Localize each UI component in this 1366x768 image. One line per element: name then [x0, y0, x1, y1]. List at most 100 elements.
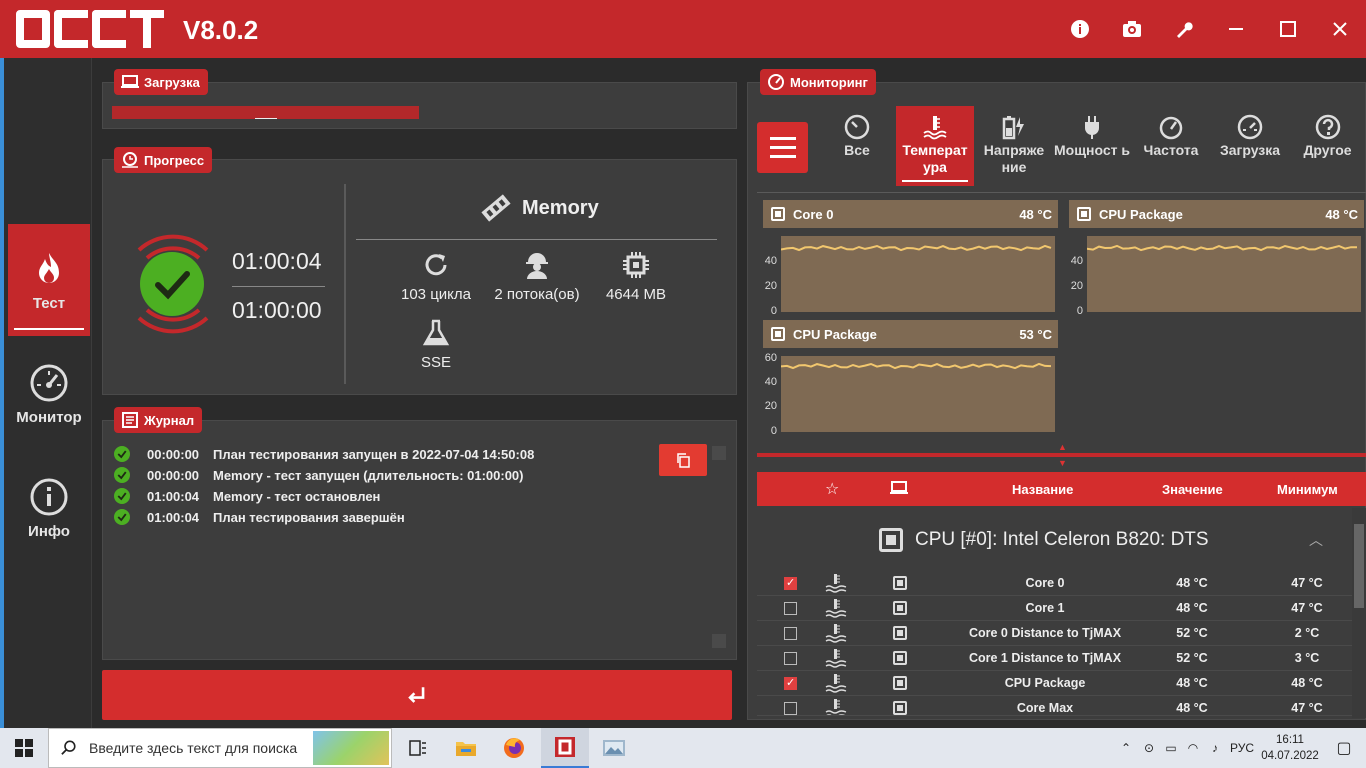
close-icon[interactable] [1314, 0, 1366, 58]
tray-chevron-icon[interactable]: ⌃ [1114, 741, 1138, 755]
gauge-icon [30, 364, 68, 401]
notifications-icon[interactable]: ▢ [1322, 738, 1366, 758]
sensor-value: 52 °C [1176, 651, 1208, 665]
column-min[interactable]: Минимум [1277, 482, 1338, 497]
windows-logo-icon [15, 739, 33, 757]
tab-all[interactable]: Все [818, 106, 896, 186]
volume-icon[interactable]: ♪ [1204, 741, 1226, 755]
memory-stat: 4644 MB [600, 250, 672, 303]
camera-icon[interactable] [1106, 0, 1158, 58]
sidebar-item-test[interactable]: Тест [8, 224, 90, 336]
check-icon [114, 467, 130, 483]
windows-taskbar: Введите здесь текст для поиска ⌃ ⊙ ▭ ◠ ♪… [0, 728, 1366, 768]
folder-icon [456, 742, 476, 756]
sensor-square-icon [893, 651, 907, 665]
chart-cpu-package-2-line [781, 362, 1052, 370]
sensor-row[interactable]: Core 1 Distance to TjMAX 52 °C 3 °C [757, 646, 1352, 671]
monitoring-menu-button[interactable] [757, 122, 808, 173]
sensor-row[interactable]: Core 0 Distance to TjMAX 52 °C 2 °C [757, 621, 1352, 646]
sensor-checkbox[interactable] [784, 627, 797, 640]
sensor-square-icon [893, 676, 907, 690]
system-tray: ⌃ ⊙ ▭ ◠ ♪ РУС 16:11 04.07.2022 ▢ [1114, 728, 1366, 768]
occt-logo [16, 10, 164, 48]
cpu-square-icon [879, 528, 903, 552]
sensor-group-header[interactable]: CPU [#0]: Intel Celeron B820: DTS ︿ [757, 520, 1352, 560]
network-adapter-icon[interactable]: ⊙ [1138, 741, 1160, 755]
sensor-value: 48 °C [1176, 601, 1208, 615]
scroll-down-button[interactable] [712, 634, 726, 648]
copy-log-button[interactable] [659, 444, 707, 476]
sensor-square-icon [771, 327, 785, 341]
copy-icon [677, 453, 690, 468]
task-view-button[interactable] [394, 728, 442, 768]
sensor-row[interactable]: Core 1 48 °C 47 °C [757, 596, 1352, 621]
tab-voltage[interactable]: Напряже ние [975, 106, 1053, 186]
thermometer-icon [825, 649, 847, 668]
sensor-table-header: ☆ Название Значение Минимум [757, 472, 1366, 506]
sensor-square-icon [893, 701, 907, 715]
sensor-min: 2 °C [1294, 626, 1320, 640]
wifi-icon[interactable]: ◠ [1182, 741, 1204, 755]
sensor-row[interactable]: Core 0 48 °C 47 °C [757, 571, 1352, 596]
sensor-checkbox[interactable] [784, 576, 797, 590]
sensor-value: 48 °C [1176, 676, 1208, 690]
splitter-up-arrow[interactable]: ▲ [1058, 442, 1067, 452]
occt-app-icon [555, 737, 575, 757]
photos-app[interactable] [590, 728, 638, 768]
explorer-app[interactable] [442, 728, 490, 768]
sensor-row[interactable]: Core Max 48 °C 47 °C [757, 696, 1352, 716]
taskbar-search[interactable]: Введите здесь текст для поиска [48, 728, 392, 768]
sidebar-item-info[interactable]: Инфо [8, 452, 90, 564]
chart-core0: Core 0 48 °C 40 20 0 [763, 200, 1058, 317]
occt-app[interactable] [541, 728, 589, 768]
table-scrollbar[interactable] [1352, 508, 1366, 718]
tab-load[interactable]: Загрузка [1211, 106, 1289, 186]
minimize-icon[interactable] [1210, 0, 1262, 58]
tab-power[interactable]: Мощност ь [1053, 106, 1131, 186]
collapse-chevron-icon[interactable]: ︿ [1309, 530, 1323, 550]
clock-icon [122, 152, 138, 168]
sensor-min: 47 °C [1291, 576, 1323, 590]
search-icon [61, 740, 76, 755]
return-button[interactable] [102, 670, 732, 720]
language-indicator[interactable]: РУС [1226, 741, 1258, 755]
column-name[interactable]: Название [1012, 482, 1073, 497]
splitter-down-arrow[interactable]: ▼ [1058, 458, 1067, 468]
sensor-checkbox[interactable] [784, 602, 797, 615]
plug-icon [1085, 116, 1099, 139]
tab-frequency[interactable]: Частота [1132, 106, 1210, 186]
task-view-icon [409, 740, 426, 756]
sensor-checkbox[interactable] [784, 652, 797, 665]
star-icon[interactable]: ☆ [825, 479, 839, 499]
sensor-row[interactable]: CPU Package 48 °C 48 °C [757, 671, 1352, 696]
firefox-icon [504, 738, 524, 758]
firefox-app[interactable] [490, 728, 538, 768]
threads-stat: 2 потока(ов) [487, 250, 587, 303]
scroll-up-button[interactable] [712, 446, 726, 460]
sensor-name: Core 0 [1025, 576, 1065, 590]
start-button[interactable] [0, 728, 48, 768]
log-entry: 01:00:04 План тестирования завершён [114, 509, 405, 525]
taskbar-clock[interactable]: 16:11 04.07.2022 [1258, 732, 1322, 764]
sensor-checkbox[interactable] [784, 676, 797, 690]
app-version: V8.0.2 [183, 15, 259, 45]
wrench-icon[interactable] [1158, 0, 1210, 58]
sidebar-item-label: Инфо [28, 522, 70, 540]
tab-other[interactable]: Другое [1289, 106, 1366, 186]
maximize-icon[interactable] [1262, 0, 1314, 58]
sensor-name: Core Max [1016, 701, 1074, 715]
speedometer-icon [1159, 116, 1183, 140]
thermometer-icon [825, 599, 847, 618]
thermometer-icon [825, 624, 847, 643]
sensor-checkbox[interactable] [784, 702, 797, 715]
tab-temperature[interactable]: Температ ура [896, 106, 974, 186]
sensor-value: 48 °C [1176, 576, 1208, 590]
column-value[interactable]: Значение [1162, 482, 1223, 497]
info-icon[interactable] [1054, 0, 1106, 58]
battery-icon[interactable]: ▭ [1160, 741, 1182, 755]
sensor-min: 47 °C [1291, 701, 1323, 715]
title-bar: V8.0.2 [0, 0, 1366, 58]
thermometer-icon [825, 674, 847, 693]
splitter-bar[interactable] [757, 453, 1366, 457]
sidebar-item-monitor[interactable]: Монитор [8, 338, 90, 450]
